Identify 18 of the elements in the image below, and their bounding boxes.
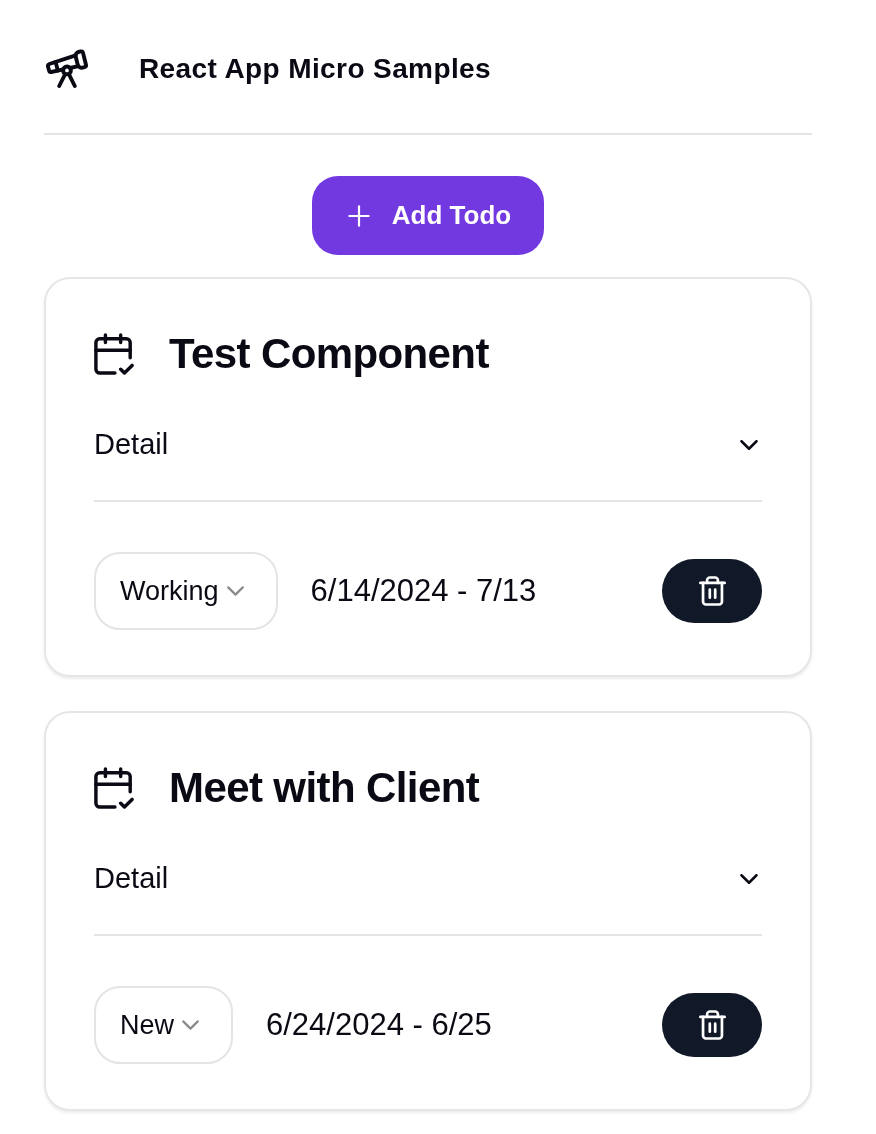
date-range: 6/14/2024 - 7/13	[310, 571, 537, 610]
date-range: 6/24/2024 - 6/25	[266, 1005, 492, 1044]
telescope-icon	[46, 49, 88, 88]
trash-icon	[698, 1010, 726, 1040]
app-title: React App Micro Samples	[139, 51, 492, 86]
status-dropdown[interactable]: New	[94, 986, 233, 1064]
calendar-check-icon	[94, 333, 134, 375]
status-dropdown[interactable]: Working	[94, 552, 278, 630]
todo-title: Meet with Client	[169, 764, 480, 812]
caret-icon	[226, 586, 244, 596]
plus-icon	[347, 204, 370, 227]
add-todo-button[interactable]: Add Todo	[311, 176, 545, 255]
trash-icon	[698, 576, 726, 606]
caret-icon	[182, 1020, 199, 1030]
detail-toggle[interactable]: Detail	[94, 415, 762, 475]
calendar-check-icon	[94, 767, 134, 809]
todo-title: Test Component	[169, 330, 489, 378]
detail-toggle[interactable]: Detail	[94, 849, 762, 909]
